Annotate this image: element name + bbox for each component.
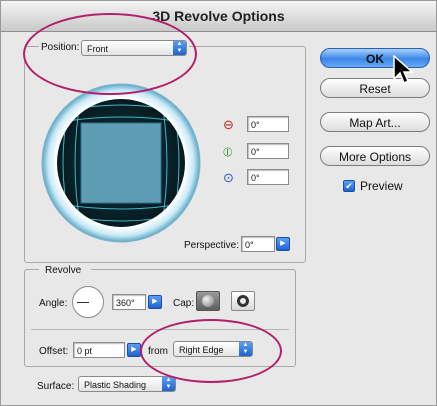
perspective-slider-button[interactable]: ▶ xyxy=(276,237,290,251)
surface-select-value: Plastic Shading xyxy=(84,380,147,390)
y-rotation-field[interactable]: 0° xyxy=(247,143,289,159)
preview-label: Preview xyxy=(360,179,403,193)
surface-select[interactable]: Plastic Shading ▲ ▼ xyxy=(78,376,176,392)
map-art-button[interactable]: Map Art... xyxy=(320,112,430,132)
mouse-cursor-icon xyxy=(393,55,414,85)
highlight-ellipse-from xyxy=(140,319,282,383)
cap-label: Cap: xyxy=(173,298,195,309)
z-rotation-field[interactable]: 0° xyxy=(247,169,289,185)
cap-off-button[interactable] xyxy=(231,291,255,311)
more-options-button[interactable]: More Options xyxy=(320,146,430,166)
cube-face xyxy=(80,122,162,204)
x-axis-rotation-icon: ⊖ xyxy=(223,117,234,132)
offset-slider-button[interactable]: ▶ xyxy=(127,343,141,357)
y-axis-rotation-icon: ⦶ xyxy=(223,144,233,159)
offset-label: Offset: xyxy=(39,346,69,357)
angle-field[interactable]: 360° xyxy=(112,294,146,310)
cap-on-icon xyxy=(202,295,214,307)
angle-label: Angle: xyxy=(39,298,68,309)
revolve-section-label: Revolve xyxy=(45,265,82,276)
cap-on-button[interactable] xyxy=(196,291,220,311)
window-title: 3D Revolve Options xyxy=(152,8,285,24)
cap-off-icon xyxy=(237,295,249,307)
z-axis-rotation-icon: ⊙ xyxy=(223,170,234,185)
x-rotation-field[interactable]: 0° xyxy=(247,116,289,132)
angle-dial[interactable] xyxy=(72,286,104,318)
surface-label: Surface: xyxy=(37,381,75,392)
preview-checkbox[interactable]: ✔ xyxy=(343,180,355,192)
chevron-updown-icon: ▲ ▼ xyxy=(162,377,175,391)
angle-slider-button[interactable]: ▶ xyxy=(148,295,162,309)
track-cube-preview[interactable] xyxy=(41,83,201,243)
dialog-window: 3D Revolve Options Position: Front ▲ ▼ ⊖… xyxy=(0,0,437,406)
offset-field[interactable]: 0 pt xyxy=(73,342,125,358)
highlight-ellipse-position xyxy=(23,13,197,95)
perspective-label: Perspective: xyxy=(184,240,240,251)
perspective-field[interactable]: 0° xyxy=(241,236,275,252)
